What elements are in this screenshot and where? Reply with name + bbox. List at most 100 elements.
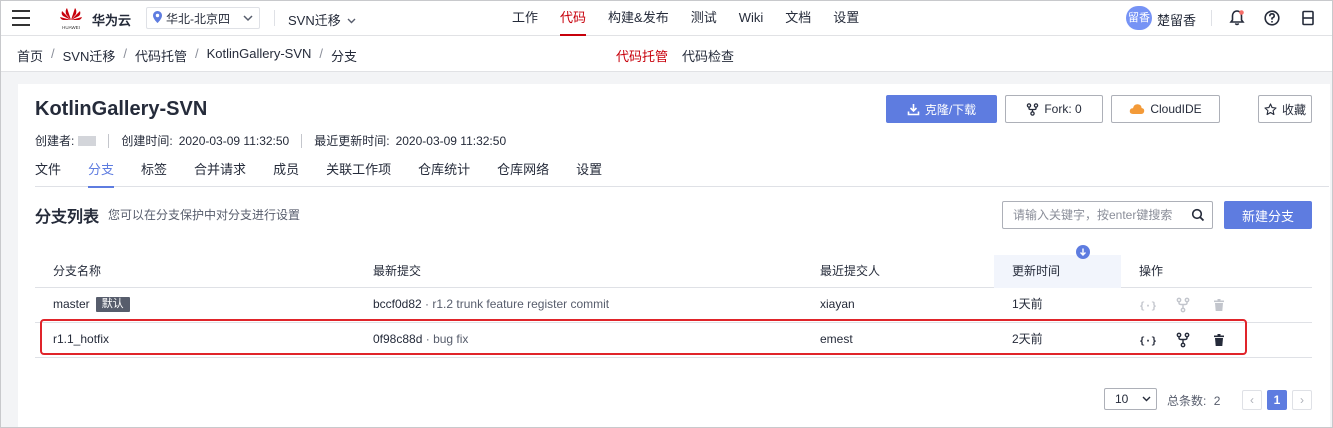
- new-branch-button[interactable]: 新建分支: [1224, 201, 1312, 229]
- download-icon: [907, 103, 920, 116]
- code-braces-icon[interactable]: {·}: [1139, 332, 1157, 348]
- project-label: SVN迁移: [288, 13, 341, 28]
- menu-icon[interactable]: [12, 10, 30, 26]
- clone-download-button[interactable]: 克隆/下载: [886, 95, 997, 123]
- tab-branches[interactable]: 分支: [88, 160, 115, 188]
- nav-settings[interactable]: 设置: [833, 0, 859, 36]
- col-updated-time[interactable]: 更新时间: [994, 255, 1121, 288]
- commit-separator: ·: [425, 297, 430, 311]
- nav-test[interactable]: 测试: [691, 0, 717, 36]
- chevron-down-icon: [243, 11, 253, 28]
- repo-card: KotlinGallery-SVN 创建者: 创建时间: 2020-03-09 …: [18, 84, 1330, 428]
- branch-name[interactable]: r1.1_hotfix: [53, 332, 109, 346]
- fork-label: Fork: 0: [1044, 102, 1082, 116]
- nav-work[interactable]: 工作: [512, 0, 538, 36]
- sort-desc-icon[interactable]: [1076, 245, 1090, 259]
- region-selector[interactable]: 华北-北京四: [146, 7, 260, 29]
- breadcrumb-bar: 首页 / SVN迁移 / 代码托管 / KotlinGallery-SVN / …: [0, 36, 1333, 72]
- trash-icon[interactable]: [1211, 332, 1227, 348]
- breadcrumb-project[interactable]: SVN迁移: [63, 46, 116, 65]
- favorite-button[interactable]: 收藏: [1258, 95, 1312, 123]
- nav-docs[interactable]: 文档: [785, 0, 811, 36]
- breadcrumb-separator: /: [195, 46, 199, 61]
- total-label: 总条数:: [1167, 394, 1207, 408]
- tab-settings[interactable]: 设置: [576, 160, 602, 187]
- fork-icon: [1026, 102, 1039, 116]
- branch-name[interactable]: master: [53, 297, 90, 311]
- username[interactable]: 楚留香: [1157, 10, 1196, 29]
- clone-download-label: 克隆/下载: [924, 102, 977, 117]
- committer-cell: emest: [820, 332, 853, 346]
- cloudide-label: CloudIDE: [1150, 102, 1202, 116]
- region-label: 华北-北京四: [166, 11, 230, 26]
- nav-code[interactable]: 代码: [560, 0, 587, 36]
- tab-members[interactable]: 成员: [273, 160, 299, 187]
- svg-text:{·}: {·}: [1140, 301, 1156, 312]
- panel-icon[interactable]: [1299, 9, 1317, 27]
- search-input[interactable]: [1003, 202, 1187, 228]
- cloudide-icon: [1129, 103, 1145, 115]
- table-row: r1.1_hotfix 0f98c88d · bug fix emest 2天前…: [35, 323, 1312, 358]
- location-pin-icon: [153, 10, 162, 26]
- tab-files[interactable]: 文件: [35, 160, 61, 187]
- tab-merge-requests[interactable]: 合并请求: [194, 160, 246, 187]
- star-icon: [1264, 102, 1277, 116]
- branch-table: 分支名称 最新提交 最近提交人 更新时间 操作 master 默认 bccf0d8…: [35, 245, 1312, 358]
- commit-separator: ·: [425, 332, 430, 346]
- breadcrumb-code-hosting[interactable]: 代码托管: [135, 46, 187, 65]
- commit-cell: bccf0d82 · r1.2 trunk feature register c…: [373, 288, 609, 322]
- commit-message: bug fix: [433, 332, 469, 346]
- breadcrumb-separator: /: [51, 46, 55, 61]
- committer-cell: xiayan: [820, 297, 855, 311]
- commit-hash[interactable]: 0f98c88d: [373, 332, 422, 346]
- subnav-code-hosting[interactable]: 代码托管: [616, 46, 668, 65]
- tab-repo-stats[interactable]: 仓库统计: [418, 160, 470, 187]
- search-icon[interactable]: [1191, 208, 1205, 225]
- help-icon[interactable]: [1263, 9, 1281, 27]
- commit-hash[interactable]: bccf0d82: [373, 297, 422, 311]
- chevron-down-icon: [1142, 389, 1151, 416]
- prev-page-button[interactable]: ‹: [1242, 390, 1262, 410]
- next-page-button[interactable]: ›: [1292, 390, 1312, 410]
- updated-cell: 2天前: [1012, 332, 1043, 346]
- tab-tags[interactable]: 标签: [141, 160, 167, 187]
- branch-search: [1002, 201, 1213, 229]
- huawei-logo-icon[interactable]: HUAWEI: [56, 5, 86, 31]
- subnav-code-check[interactable]: 代码检查: [682, 46, 734, 65]
- updated-value: 2020-03-09 11:32:50: [395, 133, 507, 148]
- creator-redacted: [78, 135, 97, 146]
- page-1-button[interactable]: 1: [1267, 390, 1287, 410]
- nav-build-release[interactable]: 构建&发布: [608, 0, 669, 36]
- breadcrumb-home[interactable]: 首页: [17, 46, 43, 65]
- page-size-value: 10: [1115, 392, 1129, 406]
- created-label: 创建时间:: [121, 134, 173, 148]
- total-value: 2: [1213, 394, 1221, 408]
- sub-nav: 代码托管 代码检查: [616, 46, 748, 65]
- commit-cell: 0f98c88d · bug fix: [373, 323, 468, 357]
- cloudide-button[interactable]: CloudIDE: [1111, 95, 1220, 123]
- breadcrumb-repo[interactable]: KotlinGallery-SVN: [207, 46, 312, 65]
- col-latest-commit: 最新提交: [373, 264, 422, 278]
- bell-icon[interactable]: [1228, 9, 1246, 27]
- tab-repo-network[interactable]: 仓库网络: [497, 160, 549, 187]
- tab-linked-work-items[interactable]: 关联工作项: [326, 160, 391, 187]
- top-navbar: HUAWEI 华为云 华北-北京四 SVN迁移 工作 代码 构建&发布 测试 W…: [0, 0, 1333, 36]
- page-size-select[interactable]: 10: [1104, 388, 1157, 410]
- svg-text:{·}: {·}: [1140, 336, 1156, 347]
- code-braces-icon: {·}: [1139, 297, 1157, 313]
- divider: [108, 133, 110, 148]
- fork-button[interactable]: Fork: 0: [1005, 95, 1103, 123]
- updated-label: 最近更新时间:: [314, 134, 390, 148]
- nav-wiki[interactable]: Wiki: [739, 0, 764, 36]
- default-badge: 默认: [95, 297, 130, 312]
- divider: [274, 10, 275, 26]
- brand-name: 华为云: [92, 13, 132, 28]
- chevron-down-icon: [347, 17, 356, 27]
- page-title: KotlinGallery-SVN: [35, 98, 208, 120]
- avatar[interactable]: 留香: [1126, 6, 1152, 30]
- section-title: 分支列表: [35, 209, 100, 226]
- merge-icon[interactable]: [1175, 332, 1191, 348]
- project-selector[interactable]: SVN迁移: [288, 10, 356, 29]
- commit-message: r1.2 trunk feature register commit: [432, 297, 610, 311]
- breadcrumb-branches: 分支: [331, 49, 358, 64]
